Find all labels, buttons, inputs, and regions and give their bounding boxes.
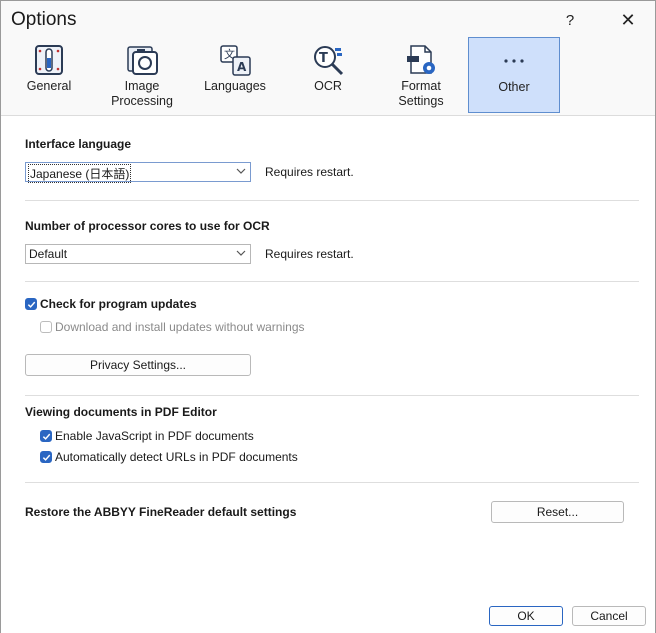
help-button[interactable]: ? [553,7,587,33]
options-dialog: Options ? ✕ General Image Processing 文 A… [0,0,656,633]
options-toolbar: General Image Processing 文 A Languages T… [1,37,655,115]
checkbox-checked-icon [25,298,37,310]
tab-other[interactable]: Other [468,37,560,113]
chevron-down-icon [236,168,246,174]
svg-text:A: A [237,60,247,74]
interface-language-select[interactable]: Japanese (日本語) [25,162,251,183]
format-settings-icon [407,45,435,74]
ocr-magnifier-icon: T [314,46,344,76]
dialog-title: Options [11,9,77,30]
checkbox-unchecked-icon [40,321,52,333]
general-settings-icon [35,45,63,75]
divider [25,395,639,396]
reset-button[interactable]: Reset... [491,501,624,523]
languages-icon: 文 A [220,45,251,76]
divider [25,482,639,483]
enable-javascript-checkbox[interactable]: Enable JavaScript in PDF documents [40,429,254,443]
divider [25,281,639,282]
checkbox-checked-icon [40,451,52,463]
tab-general-label: General [26,79,72,93]
interface-language-restart-note: Requires restart. [265,165,354,179]
tab-image-processing-label-2: Processing [111,94,173,108]
auto-install-updates-label: Download and install updates without war… [55,320,305,334]
check-updates-checkbox[interactable]: Check for program updates [25,297,197,311]
detect-urls-label: Automatically detect URLs in PDF documen… [55,450,298,464]
tab-general[interactable]: General [3,37,95,113]
more-dots-icon [504,59,524,63]
privacy-settings-button[interactable]: Privacy Settings... [25,354,251,376]
tab-ocr[interactable]: T OCR [282,37,374,113]
divider [25,200,639,201]
tab-languages[interactable]: 文 A Languages [189,37,281,113]
tab-image-processing-label-1: Image [124,79,160,93]
tab-format-settings[interactable]: Format Settings [375,37,467,113]
processor-cores-restart-note: Requires restart. [265,247,354,261]
pdf-editor-heading: Viewing documents in PDF Editor [25,405,217,419]
cancel-button[interactable]: Cancel [572,606,646,626]
chevron-down-icon [236,250,246,256]
title-bar: Options ? ✕ [1,1,655,39]
interface-language-value: Japanese (日本語) [27,164,132,183]
tab-ocr-label: OCR [314,79,342,93]
tab-format-settings-label-2: Settings [398,94,444,108]
detect-urls-checkbox[interactable]: Automatically detect URLs in PDF documen… [40,450,298,464]
tab-other-label: Other [498,80,530,94]
check-updates-label: Check for program updates [40,297,197,311]
enable-javascript-label: Enable JavaScript in PDF documents [55,429,254,443]
interface-language-heading: Interface language [25,137,132,151]
checkbox-checked-icon [40,430,52,442]
options-content: Interface language Japanese (日本語) Requir… [1,115,655,633]
auto-install-updates-checkbox[interactable]: Download and install updates without war… [40,320,305,334]
ok-button[interactable]: OK [489,606,563,626]
close-button[interactable]: ✕ [611,7,645,33]
tab-format-settings-label-1: Format [401,79,441,93]
image-processing-icon [127,46,158,75]
processor-cores-value: Default [29,247,68,261]
tab-image-processing[interactable]: Image Processing [96,37,188,113]
tab-languages-label: Languages [204,79,266,93]
svg-text:T: T [319,51,328,66]
processor-cores-heading: Number of processor cores to use for OCR [25,219,270,233]
restore-defaults-heading: Restore the ABBYY FineReader default set… [25,505,297,519]
processor-cores-select[interactable]: Default [25,244,251,264]
